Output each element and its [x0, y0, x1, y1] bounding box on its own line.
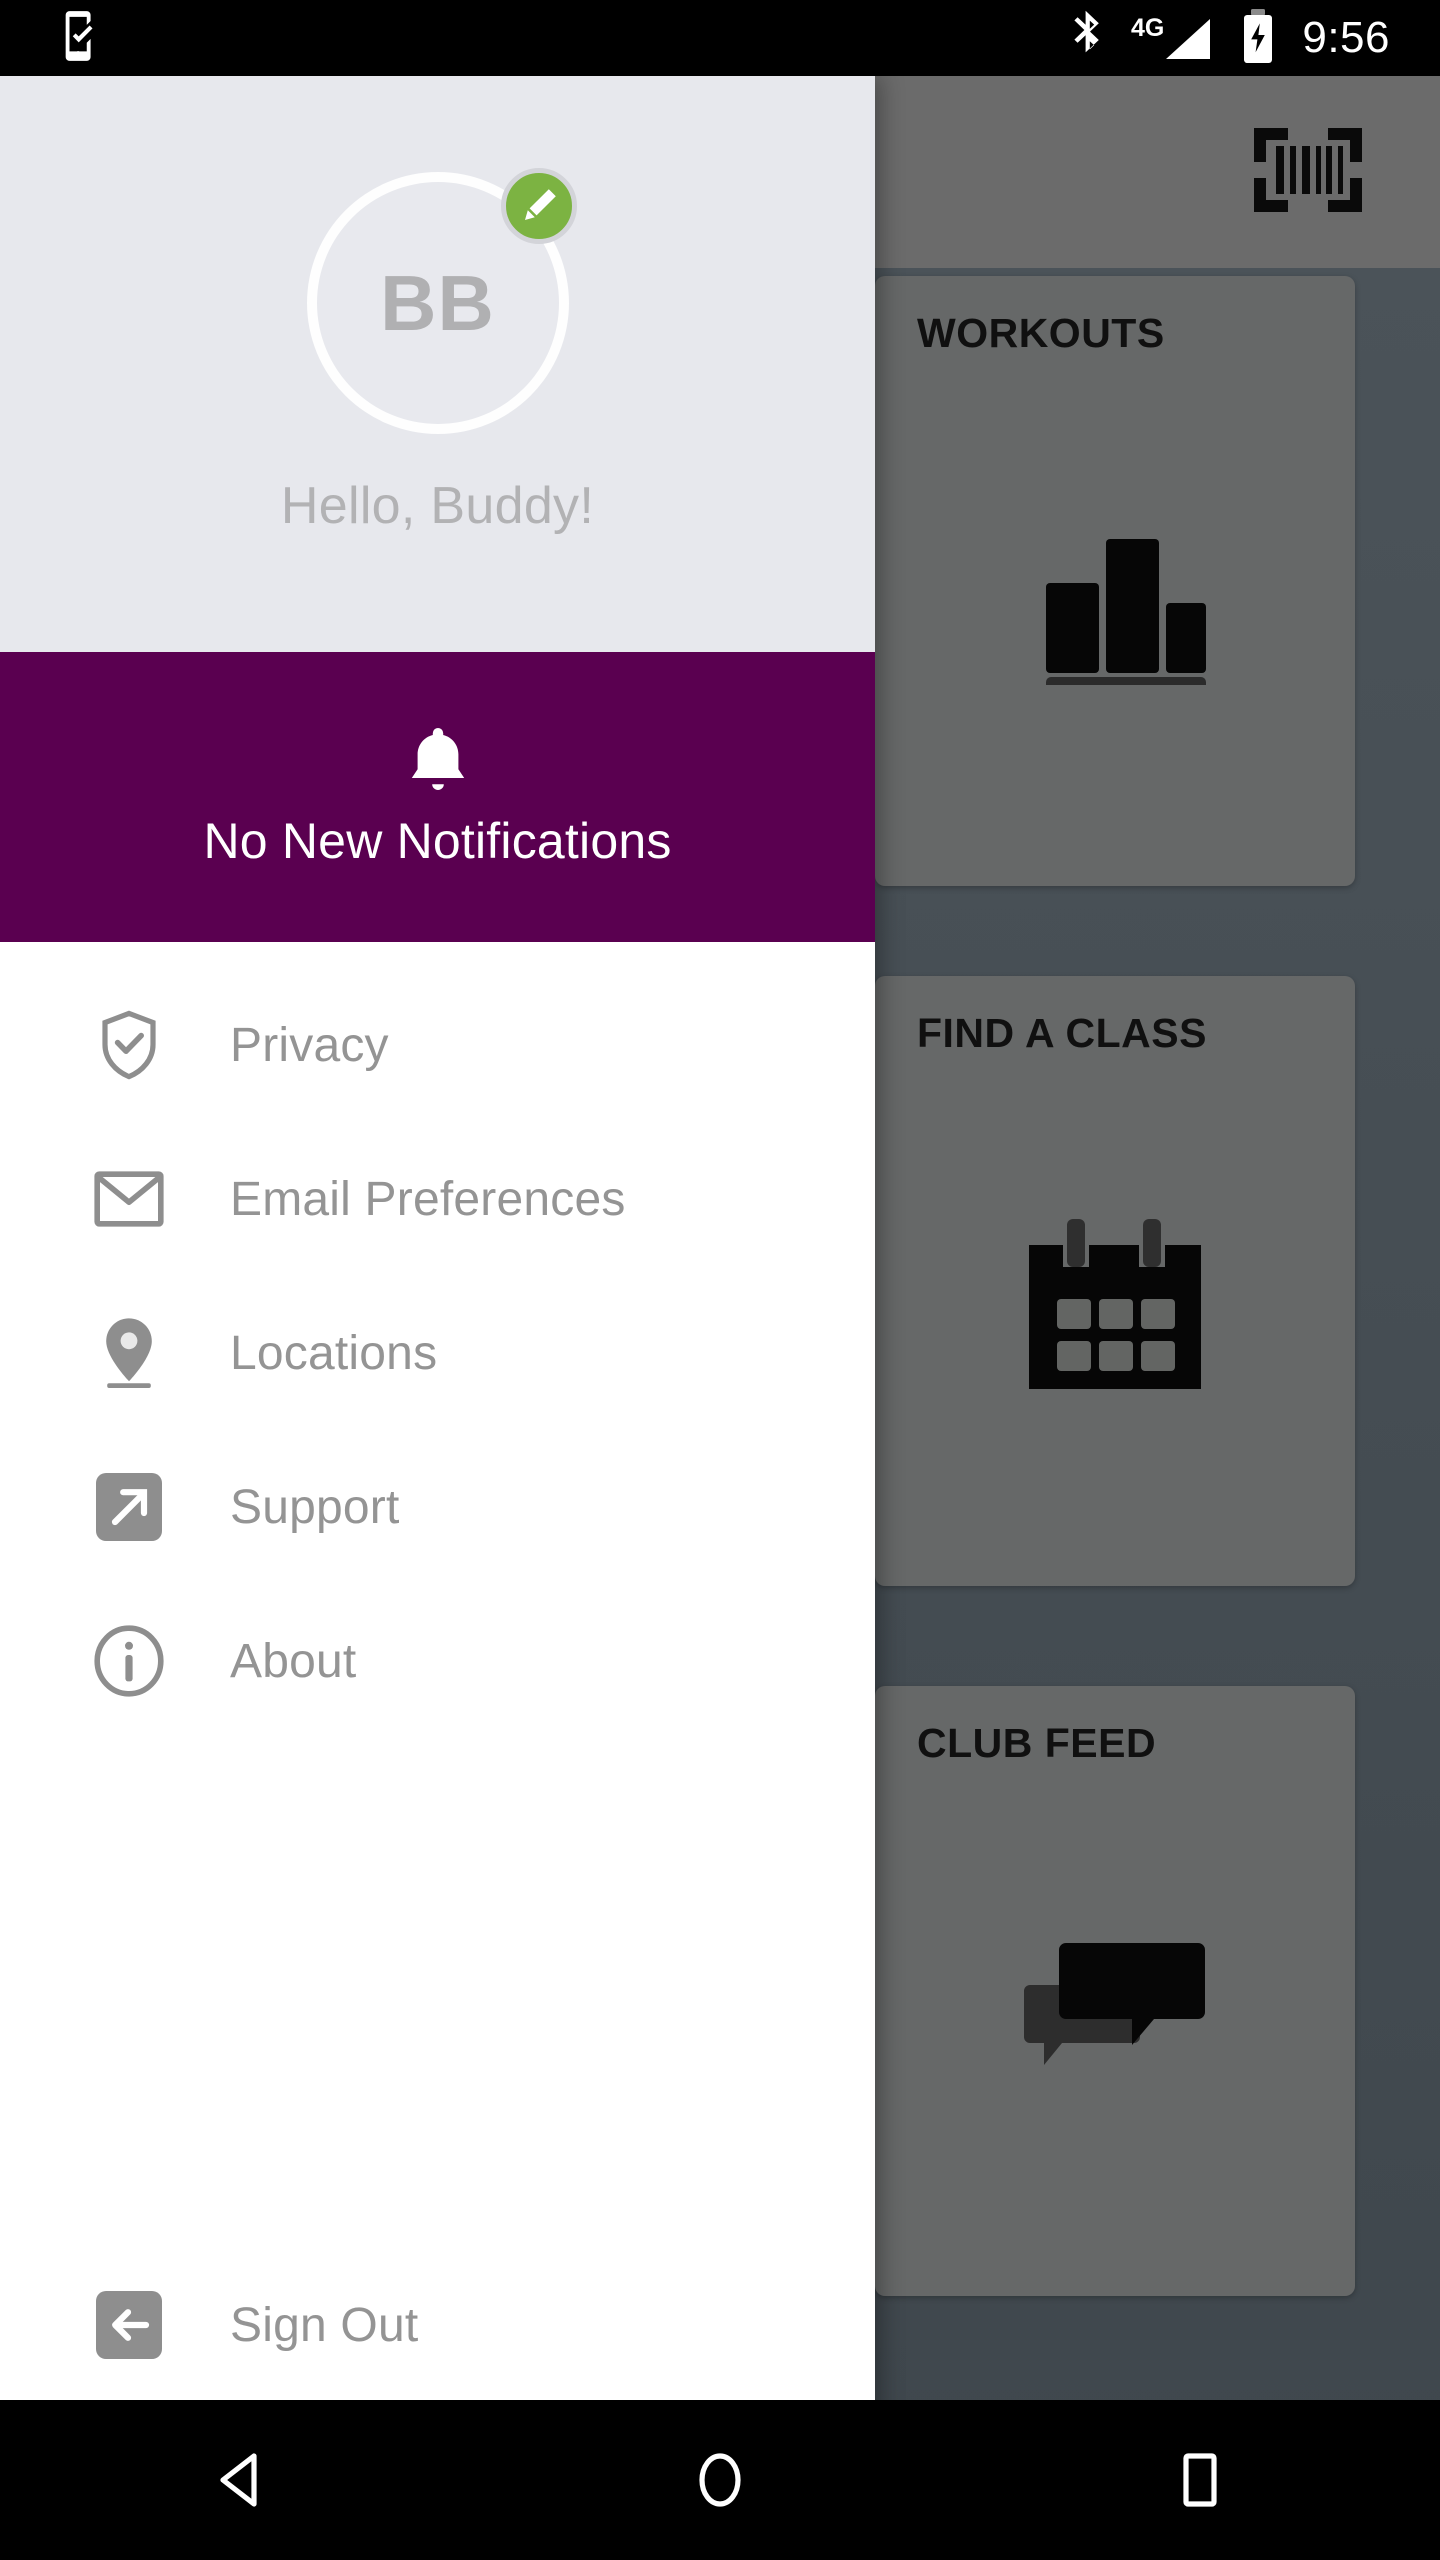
status-bar-right: 4G 9:56: [1071, 8, 1440, 68]
menu-item-about[interactable]: About: [0, 1584, 875, 1738]
card-title: WORKOUTS: [917, 310, 1165, 356]
external-link-icon: [90, 1468, 168, 1546]
profile-header: BB Hello, Buddy!: [0, 76, 875, 652]
menu-spacer: [0, 1738, 875, 2248]
network-type-label: 4G: [1131, 13, 1165, 42]
card-club-feed[interactable]: CLUB FEED: [875, 1686, 1355, 2296]
android-navigation-bar: [0, 2400, 1440, 2560]
bluetooth-icon: [1071, 10, 1105, 67]
calendar-icon: [1025, 1217, 1205, 1398]
envelope-icon: [90, 1160, 168, 1238]
menu-item-label: About: [230, 1634, 357, 1688]
clock-time: 9:56: [1302, 13, 1390, 62]
bar-chart-icon: [1020, 525, 1210, 699]
menu-item-privacy[interactable]: Privacy: [0, 968, 875, 1122]
menu-item-sign-out[interactable]: Sign Out: [0, 2248, 875, 2402]
bell-icon: [405, 725, 471, 802]
drawer-menu-list: Privacy Email Preferences Locations Supp…: [0, 942, 875, 2480]
notification-banner[interactable]: No New Notifications: [0, 652, 875, 942]
card-find-a-class[interactable]: FIND A CLASS: [875, 976, 1355, 1586]
menu-item-label: Support: [230, 1480, 400, 1534]
avatar-initials: BB: [380, 258, 495, 347]
battery-charging-icon: [1240, 8, 1276, 68]
card-body: [875, 1767, 1355, 2267]
navigation-drawer: BB Hello, Buddy! No New Notifications Pr…: [0, 76, 875, 2480]
shield-check-icon: [90, 1006, 168, 1084]
menu-item-label: Email Preferences: [230, 1172, 626, 1226]
notification-label: No New Notifications: [203, 812, 672, 869]
signal-bars-icon: 4G: [1131, 14, 1214, 63]
status-bar-left: [0, 10, 104, 67]
barcode-scan-icon[interactable]: [1254, 127, 1362, 217]
avatar[interactable]: BB: [306, 168, 577, 434]
profile-greeting: Hello, Buddy!: [280, 477, 595, 535]
card-title: FIND A CLASS: [917, 1010, 1207, 1056]
phone-check-icon: [58, 10, 104, 67]
card-body: [875, 1057, 1355, 1557]
menu-item-label: Sign Out: [230, 2298, 419, 2352]
recents-square-icon[interactable]: [1100, 2400, 1300, 2560]
home-circle-icon[interactable]: [620, 2400, 820, 2560]
menu-item-label: Privacy: [230, 1018, 389, 1072]
card-title: CLUB FEED: [917, 1720, 1157, 1766]
back-triangle-icon[interactable]: [140, 2400, 340, 2560]
phone-screen: 4G 9:56 WORKOUTS FIND A CLASS CLUB FEED …: [0, 0, 1440, 2560]
pencil-edit-icon[interactable]: [500, 168, 577, 244]
card-body: [875, 357, 1355, 857]
menu-item-label: Locations: [230, 1326, 438, 1380]
info-circle-icon: [90, 1622, 168, 1700]
menu-item-support[interactable]: Support: [0, 1430, 875, 1584]
status-bar: 4G 9:56: [0, 0, 1440, 76]
chat-bubbles-icon: [1020, 1939, 1210, 2096]
menu-item-locations[interactable]: Locations: [0, 1276, 875, 1430]
menu-item-email-preferences[interactable]: Email Preferences: [0, 1122, 875, 1276]
map-pin-icon: [90, 1314, 168, 1392]
sign-out-arrow-icon: [90, 2286, 168, 2364]
card-workouts[interactable]: WORKOUTS: [875, 276, 1355, 886]
